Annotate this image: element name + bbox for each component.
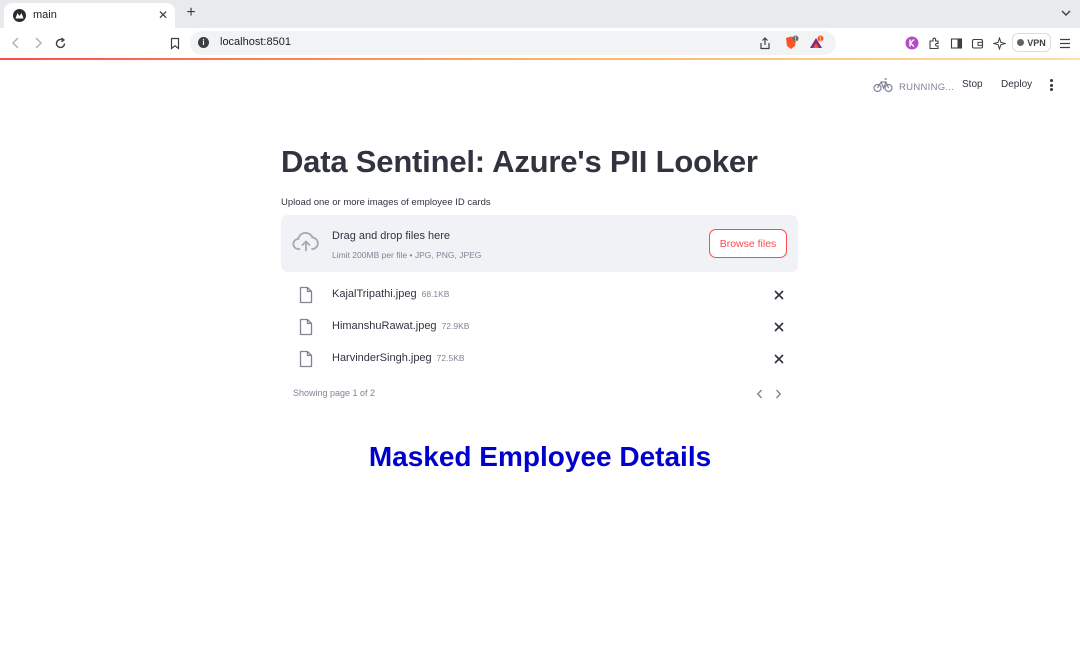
next-page-chevron-icon[interactable] xyxy=(773,387,783,399)
browser-tab[interactable]: main ✕ xyxy=(4,3,175,28)
remove-file-close-icon[interactable] xyxy=(772,288,786,302)
extensions-icon[interactable] xyxy=(925,34,943,52)
vpn-button[interactable]: VPN xyxy=(1012,33,1051,52)
pagination-text: Showing page 1 of 2 xyxy=(293,388,376,398)
remove-file-close-icon[interactable] xyxy=(772,320,786,334)
address-bar[interactable]: i localhost:8501 1 1 xyxy=(190,31,836,55)
bookmark-icon[interactable] xyxy=(166,34,184,52)
streamlit-favicon-icon xyxy=(13,9,26,22)
file-dropzone[interactable]: Drag and drop files here Limit 200MB per… xyxy=(281,215,798,272)
uploaded-file-row: HimanshuRawat.jpeg 72.9KB xyxy=(281,315,798,341)
tab-search-chevron-icon[interactable] xyxy=(1059,6,1073,20)
file-name: KajalTripathi.jpeg xyxy=(332,288,417,300)
browse-files-button[interactable]: Browse files xyxy=(709,229,787,258)
brave-shields-icon[interactable]: 1 xyxy=(782,34,800,52)
file-icon xyxy=(299,350,313,373)
stop-button[interactable]: Stop xyxy=(962,79,983,90)
remove-file-close-icon[interactable] xyxy=(772,352,786,366)
file-name: HarvinderSingh.jpeg xyxy=(332,352,432,364)
wallet-icon[interactable] xyxy=(968,34,986,52)
running-status-text: RUNNING... xyxy=(899,82,955,93)
new-tab-button[interactable]: + xyxy=(183,5,199,21)
browser-toolbar: i localhost:8501 1 1 VPN xyxy=(0,28,1080,58)
page-progress-bar xyxy=(0,58,1080,60)
file-size: 72.9KB xyxy=(441,321,470,331)
cloud-upload-icon xyxy=(292,231,320,258)
page-title: Data Sentinel: Azure's PII Looker xyxy=(281,144,758,179)
hamburger-menu-icon[interactable] xyxy=(1056,34,1074,52)
brave-badge-count: 1 xyxy=(794,36,797,42)
vpn-label: VPN xyxy=(1027,37,1046,48)
uploader-label: Upload one or more images of employee ID… xyxy=(281,197,491,208)
reload-icon[interactable] xyxy=(51,34,69,52)
vpn-status-icon xyxy=(1017,39,1025,46)
sidebar-icon[interactable] xyxy=(947,34,965,52)
rewards-badge-count: 1 xyxy=(819,36,822,42)
share-icon[interactable] xyxy=(756,34,774,52)
tab-close-icon[interactable]: ✕ xyxy=(156,7,170,23)
dropzone-limit: Limit 200MB per file • JPG, PNG, JPEG xyxy=(332,250,482,260)
file-icon xyxy=(299,318,313,341)
back-arrow-icon[interactable] xyxy=(7,34,25,52)
file-name: HimanshuRawat.jpeg xyxy=(332,320,437,332)
browser-tab-bar: main ✕ + xyxy=(0,0,1080,28)
profile-k-icon[interactable] xyxy=(903,34,921,52)
uploaded-file-row: KajalTripathi.jpeg 68.1KB xyxy=(281,283,798,309)
file-size: 68.1KB xyxy=(421,289,450,299)
url-text[interactable]: localhost:8501 xyxy=(220,36,291,48)
file-size: 72.5KB xyxy=(436,353,465,363)
masked-details-heading: Masked Employee Details xyxy=(368,441,712,472)
brave-rewards-icon[interactable]: 1 xyxy=(807,34,825,52)
deploy-button[interactable]: Deploy xyxy=(1001,79,1032,90)
site-info-icon[interactable]: i xyxy=(198,37,209,48)
file-icon xyxy=(299,286,313,309)
bicycle-icon xyxy=(873,77,893,98)
dropzone-title: Drag and drop files here xyxy=(332,230,451,242)
running-status: RUNNING... xyxy=(873,77,954,98)
main-menu-kebab-icon[interactable] xyxy=(1046,78,1056,92)
leo-ai-icon[interactable] xyxy=(990,34,1008,52)
previous-page-chevron-icon[interactable] xyxy=(755,387,765,399)
uploaded-file-row: HarvinderSingh.jpeg 72.5KB xyxy=(281,347,798,373)
forward-arrow-icon[interactable] xyxy=(29,34,47,52)
tab-title: main xyxy=(33,9,57,21)
